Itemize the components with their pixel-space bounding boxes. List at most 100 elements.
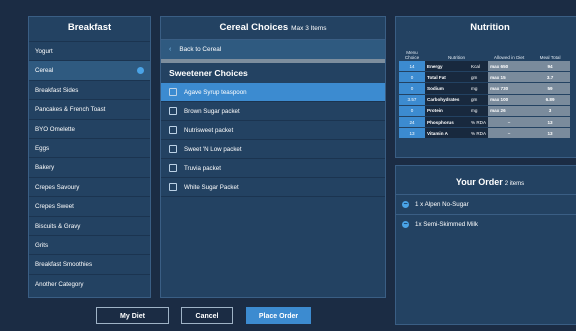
order-item: − 1x Semi-Skimmed Milk + xyxy=(396,214,576,234)
breakfast-item-cereal[interactable]: Cereal xyxy=(29,60,150,80)
meal-total-value: 13 xyxy=(530,128,571,139)
breakfast-item-biscuits[interactable]: Biscuits & Gravy xyxy=(29,215,150,235)
breakfast-item-label: Crepes Sweet xyxy=(35,203,74,211)
chevron-left-icon: ‹ xyxy=(169,46,172,53)
order-item-label: 1x Semi-Skimmed Milk xyxy=(415,221,478,228)
back-label: Back to Cereal xyxy=(179,46,222,53)
nutrient-unit: % RDA xyxy=(469,116,489,128)
option-label: White Sugar Packet xyxy=(184,183,239,191)
breakfast-item-sides[interactable]: Breakfast Sides xyxy=(29,79,150,99)
nutrition-row-vitamin-a: 13 Vitamin A % RDA – 13 xyxy=(399,128,571,139)
checkbox-icon[interactable] xyxy=(169,88,177,96)
order-title-row: Your Order 2 items xyxy=(396,170,576,194)
breakfast-item-pancakes[interactable]: Pancakes & French Toast xyxy=(29,99,150,118)
allowed-value: max 15 xyxy=(488,72,531,83)
nutrient-name: Phosphorus xyxy=(425,116,469,128)
cereal-title: Cereal Choices xyxy=(219,22,289,33)
sweetener-section-title: Sweetener Choices xyxy=(169,68,248,78)
menu-choice-value: 0 xyxy=(399,105,425,116)
sweetener-option-sweet-n-low[interactable]: Sweet 'N Low packet xyxy=(161,140,385,159)
minus-circle-icon[interactable]: − xyxy=(402,201,409,208)
breakfast-item-crepes-sweet[interactable]: Crepes Sweet xyxy=(29,196,150,215)
option-label: Agave Syrup teaspoon xyxy=(184,88,247,96)
option-label: Nutrisweet packet xyxy=(184,126,234,134)
breakfast-item-crepes-savoury[interactable]: Crepes Savoury xyxy=(29,176,150,196)
breakfast-list: Yogurt Cereal Breakfast Sides Pancakes &… xyxy=(29,41,150,293)
allowed-value: – xyxy=(488,128,531,139)
checkbox-icon[interactable] xyxy=(169,107,177,115)
sweetener-option-agave[interactable]: Agave Syrup teaspoon xyxy=(161,83,385,102)
breakfast-item-label: Yogurt xyxy=(35,48,53,55)
nutrition-row-carbohydrates: 3.57 Carbohydrates gm max 100 6.89 xyxy=(399,94,571,105)
back-to-cereal-button[interactable]: ‹ Back to Cereal xyxy=(161,39,385,59)
header-menu-choice: Menu Choice xyxy=(404,49,420,60)
breakfast-item-omelette[interactable]: BYO Omelette xyxy=(29,118,150,138)
breakfast-item-label: Another Category xyxy=(35,280,84,288)
header-nutrition: Nutrition xyxy=(447,54,466,60)
header-allowed: Allowed in Diet xyxy=(493,54,525,60)
nutrient-name: Energy xyxy=(425,61,469,72)
allowed-value: max 26 xyxy=(488,105,531,116)
checkbox-icon[interactable] xyxy=(169,183,177,191)
sweetener-option-truvia[interactable]: Truvia packet xyxy=(161,159,385,178)
nutrient-name: Carbohydrates xyxy=(425,94,469,105)
allowed-value: max 730 xyxy=(488,83,531,94)
allowed-value: max 650 xyxy=(488,61,531,72)
order-count: 2 items xyxy=(504,181,525,187)
minus-circle-icon[interactable]: − xyxy=(402,221,409,228)
menu-choice-value: 14 xyxy=(399,61,425,72)
my-diet-button[interactable]: My Diet xyxy=(96,307,169,324)
sweetener-option-white-sugar[interactable]: White Sugar Packet xyxy=(161,178,385,197)
meal-total-value: 94 xyxy=(530,61,571,72)
breakfast-item-label: Pancakes & French Toast xyxy=(35,106,106,114)
checkbox-icon[interactable] xyxy=(169,145,177,153)
order-item: − 1 x Alpen No-Sugar + xyxy=(396,194,576,214)
breakfast-item-eggs[interactable]: Eggs xyxy=(29,137,150,157)
allowed-value: max 100 xyxy=(488,94,531,105)
breakfast-panel: Breakfast Yogurt Cereal Breakfast Sides … xyxy=(28,16,151,298)
breakfast-title: Breakfast xyxy=(67,22,112,33)
meal-total-value: 3.7 xyxy=(530,72,571,83)
nutrient-name: Vitamin A xyxy=(425,128,469,139)
nutrient-unit: Kcal xyxy=(469,61,489,72)
selected-dot-icon xyxy=(137,67,144,75)
checkbox-icon[interactable] xyxy=(169,126,177,134)
meal-total-value: 3 xyxy=(530,105,571,116)
menu-choice-value: 13 xyxy=(399,128,425,139)
meal-total-value: 6.89 xyxy=(530,94,571,105)
breakfast-item-label: Breakfast Sides xyxy=(35,86,79,94)
nutrient-unit: mg xyxy=(469,83,489,94)
breakfast-item-label: BYO Omelette xyxy=(35,125,75,133)
menu-choice-value: 3.57 xyxy=(399,94,425,105)
nutrition-table: Menu Choice Nutrition Allowed in Diet Me… xyxy=(399,41,571,139)
breakfast-item-yogurt[interactable]: Yogurt xyxy=(29,41,150,60)
cereal-max-items: Max 3 Items xyxy=(291,25,327,32)
nutrient-unit: gm xyxy=(469,94,489,105)
nutrient-unit: mg xyxy=(469,105,489,116)
nutrition-row-phosphorus: 24 Phosphorus % RDA – 13 xyxy=(399,116,571,128)
place-order-button[interactable]: Place Order xyxy=(246,307,311,324)
checkbox-icon[interactable] xyxy=(169,164,177,172)
breakfast-item-label: Breakfast Smoothies xyxy=(35,261,93,269)
cereal-title-row: Cereal Choices Max 3 Items xyxy=(161,17,385,39)
order-title: Your Order xyxy=(455,177,503,187)
order-panel: Your Order2 items − 1 x Alpen No-Sugar +… xyxy=(395,165,576,325)
breakfast-item-grits[interactable]: Grits xyxy=(29,234,150,254)
breakfast-item-label: Biscuits & Gravy xyxy=(35,222,81,230)
breakfast-item-label: Bakery xyxy=(35,164,55,172)
cancel-button[interactable]: Cancel xyxy=(181,307,233,324)
breakfast-item-smoothies[interactable]: Breakfast Smoothies xyxy=(29,254,150,273)
header-meal-total: Meal Total xyxy=(539,54,561,60)
nutrient-name: Sodium xyxy=(425,83,469,94)
sweetener-option-nutrisweet[interactable]: Nutrisweet packet xyxy=(161,121,385,140)
breakfast-item-label: Eggs xyxy=(35,144,50,152)
nutrition-row-total-fat: 0 Total Fat gm max 15 3.7 xyxy=(399,72,571,83)
breakfast-item-bakery[interactable]: Bakery xyxy=(29,157,150,176)
allowed-value: – xyxy=(488,116,531,128)
option-label: Truvia packet xyxy=(184,164,221,172)
menu-choice-value: 0 xyxy=(399,72,425,83)
sweetener-option-brown-sugar[interactable]: Brown Sugar packet xyxy=(161,102,385,121)
nutrient-name: Protein xyxy=(425,105,469,116)
nutrient-unit: gm xyxy=(469,72,489,83)
breakfast-item-another[interactable]: Another Category xyxy=(29,273,150,293)
